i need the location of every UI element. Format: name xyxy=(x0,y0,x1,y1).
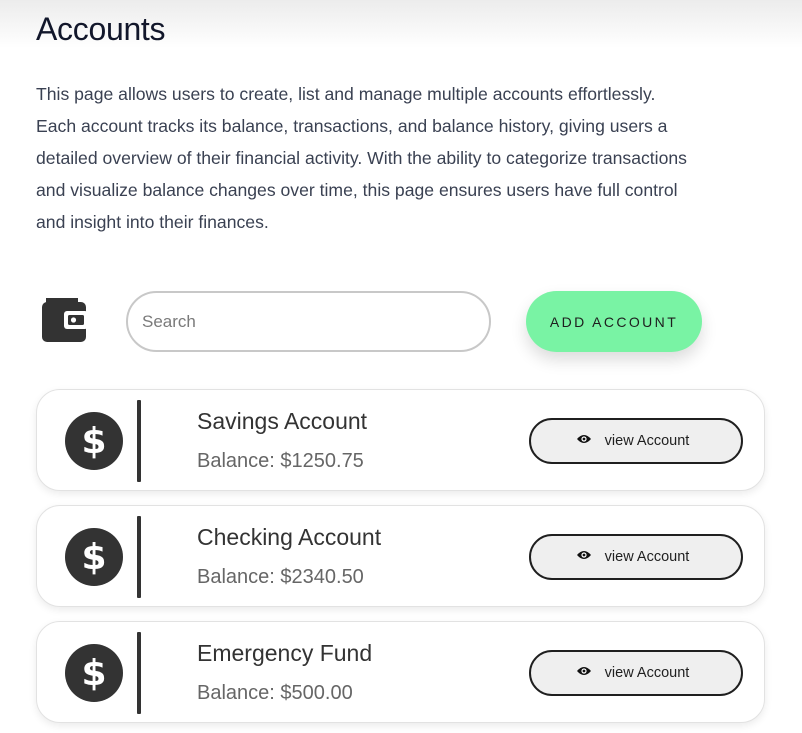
balance-label: Balance: xyxy=(197,450,281,472)
view-account-button[interactable]: view Account xyxy=(529,418,743,464)
view-account-button[interactable]: view Account xyxy=(529,650,743,696)
dollar-icon: $ xyxy=(65,528,123,586)
add-account-button[interactable]: ADD ACCOUNT xyxy=(526,291,702,352)
account-balance: Balance: $1250.75 xyxy=(197,450,364,473)
balance-label: Balance: xyxy=(197,682,281,704)
eye-icon xyxy=(576,551,591,559)
account-name: Checking Account xyxy=(197,524,382,550)
eye-icon xyxy=(576,435,591,443)
wallet-icon xyxy=(42,298,88,342)
view-account-button[interactable]: view Account xyxy=(529,534,743,580)
account-card: $ Checking Account Balance: $2340.50 vie… xyxy=(36,505,765,607)
dollar-icon: $ xyxy=(65,644,123,702)
account-name: Emergency Fund xyxy=(197,640,373,666)
card-divider xyxy=(137,516,141,598)
search-input[interactable] xyxy=(126,291,491,352)
account-card: $ Savings Account Balance: $1250.75 view… xyxy=(36,389,765,491)
view-account-label: view Account xyxy=(604,433,690,449)
account-balance: Balance: $2340.50 xyxy=(197,566,364,589)
card-divider xyxy=(137,400,141,482)
balance-value: $2340.50 xyxy=(280,566,364,588)
balance-label: Balance: xyxy=(197,566,281,588)
dollar-icon: $ xyxy=(65,412,123,470)
account-card: $ Emergency Fund Balance: $500.00 view A… xyxy=(36,621,765,723)
balance-value: $500.00 xyxy=(280,682,353,704)
eye-icon xyxy=(576,667,591,675)
account-name: Savings Account xyxy=(197,408,368,434)
page-title: Accounts xyxy=(36,11,166,47)
balance-value: $1250.75 xyxy=(280,450,364,472)
svg-text:$: $ xyxy=(81,421,106,462)
account-balance: Balance: $500.00 xyxy=(197,682,353,705)
view-account-label: view Account xyxy=(604,665,690,681)
svg-text:$: $ xyxy=(81,537,106,578)
svg-text:$: $ xyxy=(81,653,106,694)
view-account-label: view Account xyxy=(604,549,690,565)
page-description: This page allows users to create, list a… xyxy=(36,84,687,232)
card-divider xyxy=(137,632,141,714)
